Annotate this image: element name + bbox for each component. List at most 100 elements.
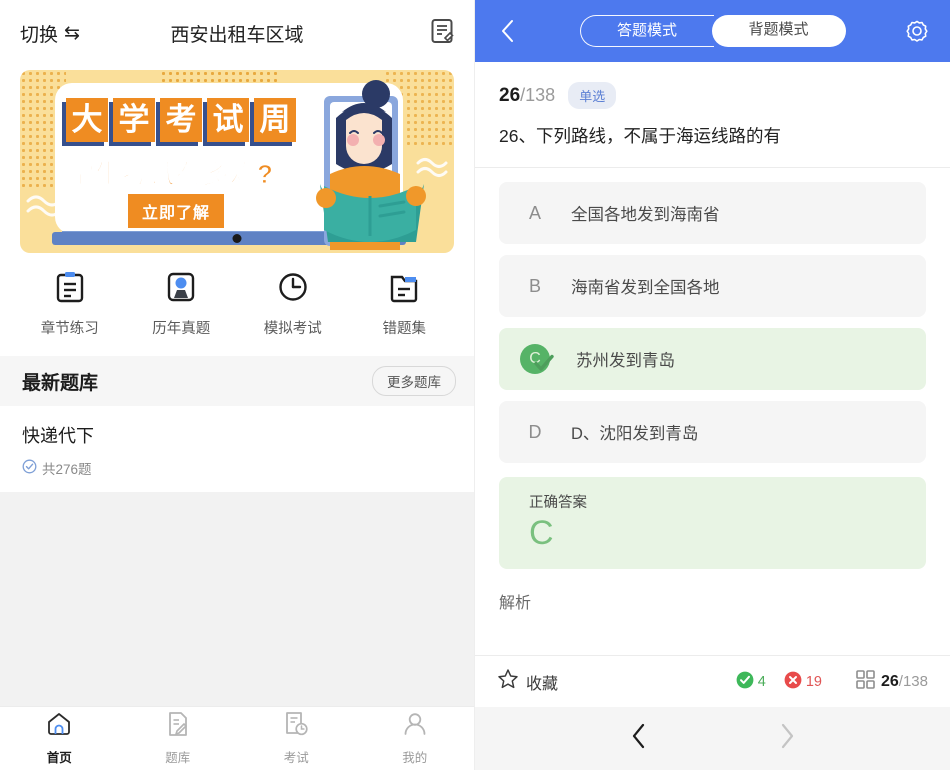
next-question-button[interactable]	[763, 716, 812, 761]
app-screen: 切换 ⇆ 西安出租车区域 大 学 考 试 周 学生考试有多难? 立即了解 章节练…	[0, 0, 950, 770]
banner-subtitle: 学生考试有多难?	[68, 159, 274, 190]
bank-name: 快递代下	[22, 426, 94, 446]
prev-question-button[interactable]	[614, 716, 663, 761]
quick-actions-row: 章节练习 历年真题 模拟考试 错题集	[0, 253, 474, 350]
tab-label: 考试	[283, 751, 309, 765]
tab-label: 题库	[165, 751, 191, 765]
banner-title-char: 周	[254, 98, 296, 142]
correct-answer-box: 正确答案 C	[499, 477, 926, 570]
option-c[interactable]: C 苏州发到青岛	[499, 328, 926, 391]
chevron-left-icon[interactable]	[491, 18, 525, 44]
star-outline-icon	[497, 668, 519, 695]
banner-cta-button[interactable]: 立即了解	[128, 194, 225, 228]
banner-carousel-dot	[232, 234, 242, 243]
person-icon	[402, 711, 428, 742]
promo-banner-wrapper: 大 学 考 试 周 学生考试有多难? 立即了解	[0, 66, 474, 253]
banner-title-char: 试	[207, 98, 249, 142]
question-panel: 答题模式 背题模式 26/138 单选 26、下列路线，不属于海运线路的有 A …	[475, 0, 950, 770]
clipboard-icon	[55, 271, 85, 308]
note-document-icon[interactable]	[430, 18, 454, 49]
question-total: 138	[525, 84, 556, 105]
quick-action-chapter-practice[interactable]: 章节练习	[14, 271, 126, 338]
tab-profile[interactable]: 我的	[356, 707, 475, 770]
options-list: A 全国各地发到海南省 B 海南省发到全国各地 C 苏州发到青岛 D D、沈阳发…	[475, 182, 950, 464]
promo-banner[interactable]: 大 学 考 试 周 学生考试有多难? 立即了解	[20, 70, 454, 253]
tab-home[interactable]: 首页	[0, 707, 119, 770]
question-index: 26/138	[499, 85, 555, 107]
swap-arrows-icon: ⇆	[64, 22, 80, 44]
gear-icon[interactable]	[900, 19, 934, 43]
exam-clock-icon	[283, 711, 309, 742]
quick-action-label: 历年真题	[152, 321, 211, 337]
banner-title: 大 学 考 试 周	[66, 98, 296, 142]
option-text: 全国各地发到海南省	[571, 206, 720, 225]
question-current: 26	[499, 84, 521, 106]
x-circle-filled-icon	[784, 671, 802, 693]
tab-exam[interactable]: 考试	[237, 707, 356, 770]
favorite-button[interactable]: 收藏	[497, 668, 558, 695]
option-text: 海南省发到全国各地	[571, 279, 720, 298]
answer-card-grid-icon	[856, 669, 875, 694]
progress-current: 26	[881, 672, 899, 690]
banner-illustration-girl	[316, 80, 426, 250]
correct-option-badge: C	[520, 344, 554, 375]
award-badge-icon	[166, 271, 196, 308]
home-empty-area	[0, 492, 474, 706]
option-text: 苏州发到青岛	[576, 352, 675, 371]
home-panel: 切换 ⇆ 西安出租车区域 大 学 考 试 周 学生考试有多难? 立即了解 章节练…	[0, 0, 475, 770]
banner-title-char: 大	[66, 98, 108, 142]
banner-title-char: 学	[113, 98, 155, 142]
switch-region-button[interactable]: 切换 ⇆	[20, 20, 80, 47]
quick-action-past-papers[interactable]: 历年真题	[126, 271, 238, 338]
question-bank-icon	[165, 711, 191, 742]
wrong-count-value: 19	[805, 673, 822, 690]
section-title: 最新题库	[22, 372, 99, 394]
clock-icon	[278, 271, 308, 308]
check-icon	[534, 354, 554, 377]
quick-action-label: 模拟考试	[263, 321, 322, 337]
quick-action-wrong-set[interactable]: 错题集	[349, 271, 461, 338]
tab-answer-mode[interactable]: 答题模式	[579, 15, 714, 47]
correct-count: 4	[736, 671, 766, 693]
bank-meta: 共276题	[22, 458, 452, 478]
question-navbar	[475, 707, 950, 770]
bottom-tabbar: 首页 题库 考试 我的	[0, 706, 474, 770]
divider	[475, 167, 950, 169]
answer-card-button[interactable]: 26/138	[856, 669, 928, 694]
status-badge: 单选	[568, 82, 617, 109]
bank-question-count: 共276题	[42, 462, 92, 477]
progress-counter: 26/138	[881, 673, 928, 691]
correct-answer-value: C	[529, 514, 554, 553]
tab-review-mode[interactable]: 背题模式	[711, 15, 846, 47]
latest-bank-section-header: 最新题库 更多题库	[0, 356, 474, 406]
option-text: D、沈阳发到青岛	[571, 425, 699, 444]
mode-switch-group: 答题模式 背题模式	[535, 15, 890, 47]
banner-title-char: 考	[160, 98, 202, 142]
favorite-label: 收藏	[526, 675, 559, 693]
list-item[interactable]: 快递代下 共276题	[0, 406, 474, 492]
folder-document-icon	[389, 271, 419, 308]
check-circle-icon	[22, 459, 37, 477]
answer-stats: 4 19 26/138	[736, 669, 928, 694]
check-circle-filled-icon	[736, 671, 754, 693]
option-letter: D	[528, 421, 542, 442]
quick-action-label: 章节练习	[40, 321, 99, 337]
question-text: 26、下列路线，不属于海运线路的有	[499, 126, 781, 146]
analysis-label: 解析	[499, 595, 532, 613]
correct-answer-label: 正确答案	[529, 495, 587, 512]
option-d[interactable]: D D、沈阳发到青岛	[499, 401, 926, 464]
quick-action-label: 错题集	[382, 321, 427, 337]
quick-action-mock-exam[interactable]: 模拟考试	[237, 271, 349, 338]
question-bottombar: 收藏 4 19 26/138	[475, 655, 950, 707]
tab-question-bank[interactable]: 题库	[119, 707, 238, 770]
more-banks-button[interactable]: 更多题库	[372, 366, 456, 396]
correct-count-value: 4	[757, 673, 766, 690]
wrong-count: 19	[784, 671, 822, 693]
tab-label: 我的	[402, 751, 428, 765]
question-meta: 26/138 单选	[475, 62, 950, 109]
option-a[interactable]: A 全国各地发到海南省	[499, 182, 926, 245]
switch-label: 切换	[20, 24, 59, 46]
option-b[interactable]: B 海南省发到全国各地	[499, 255, 926, 318]
option-letter: A	[528, 202, 541, 223]
question-header: 答题模式 背题模式	[475, 0, 950, 62]
